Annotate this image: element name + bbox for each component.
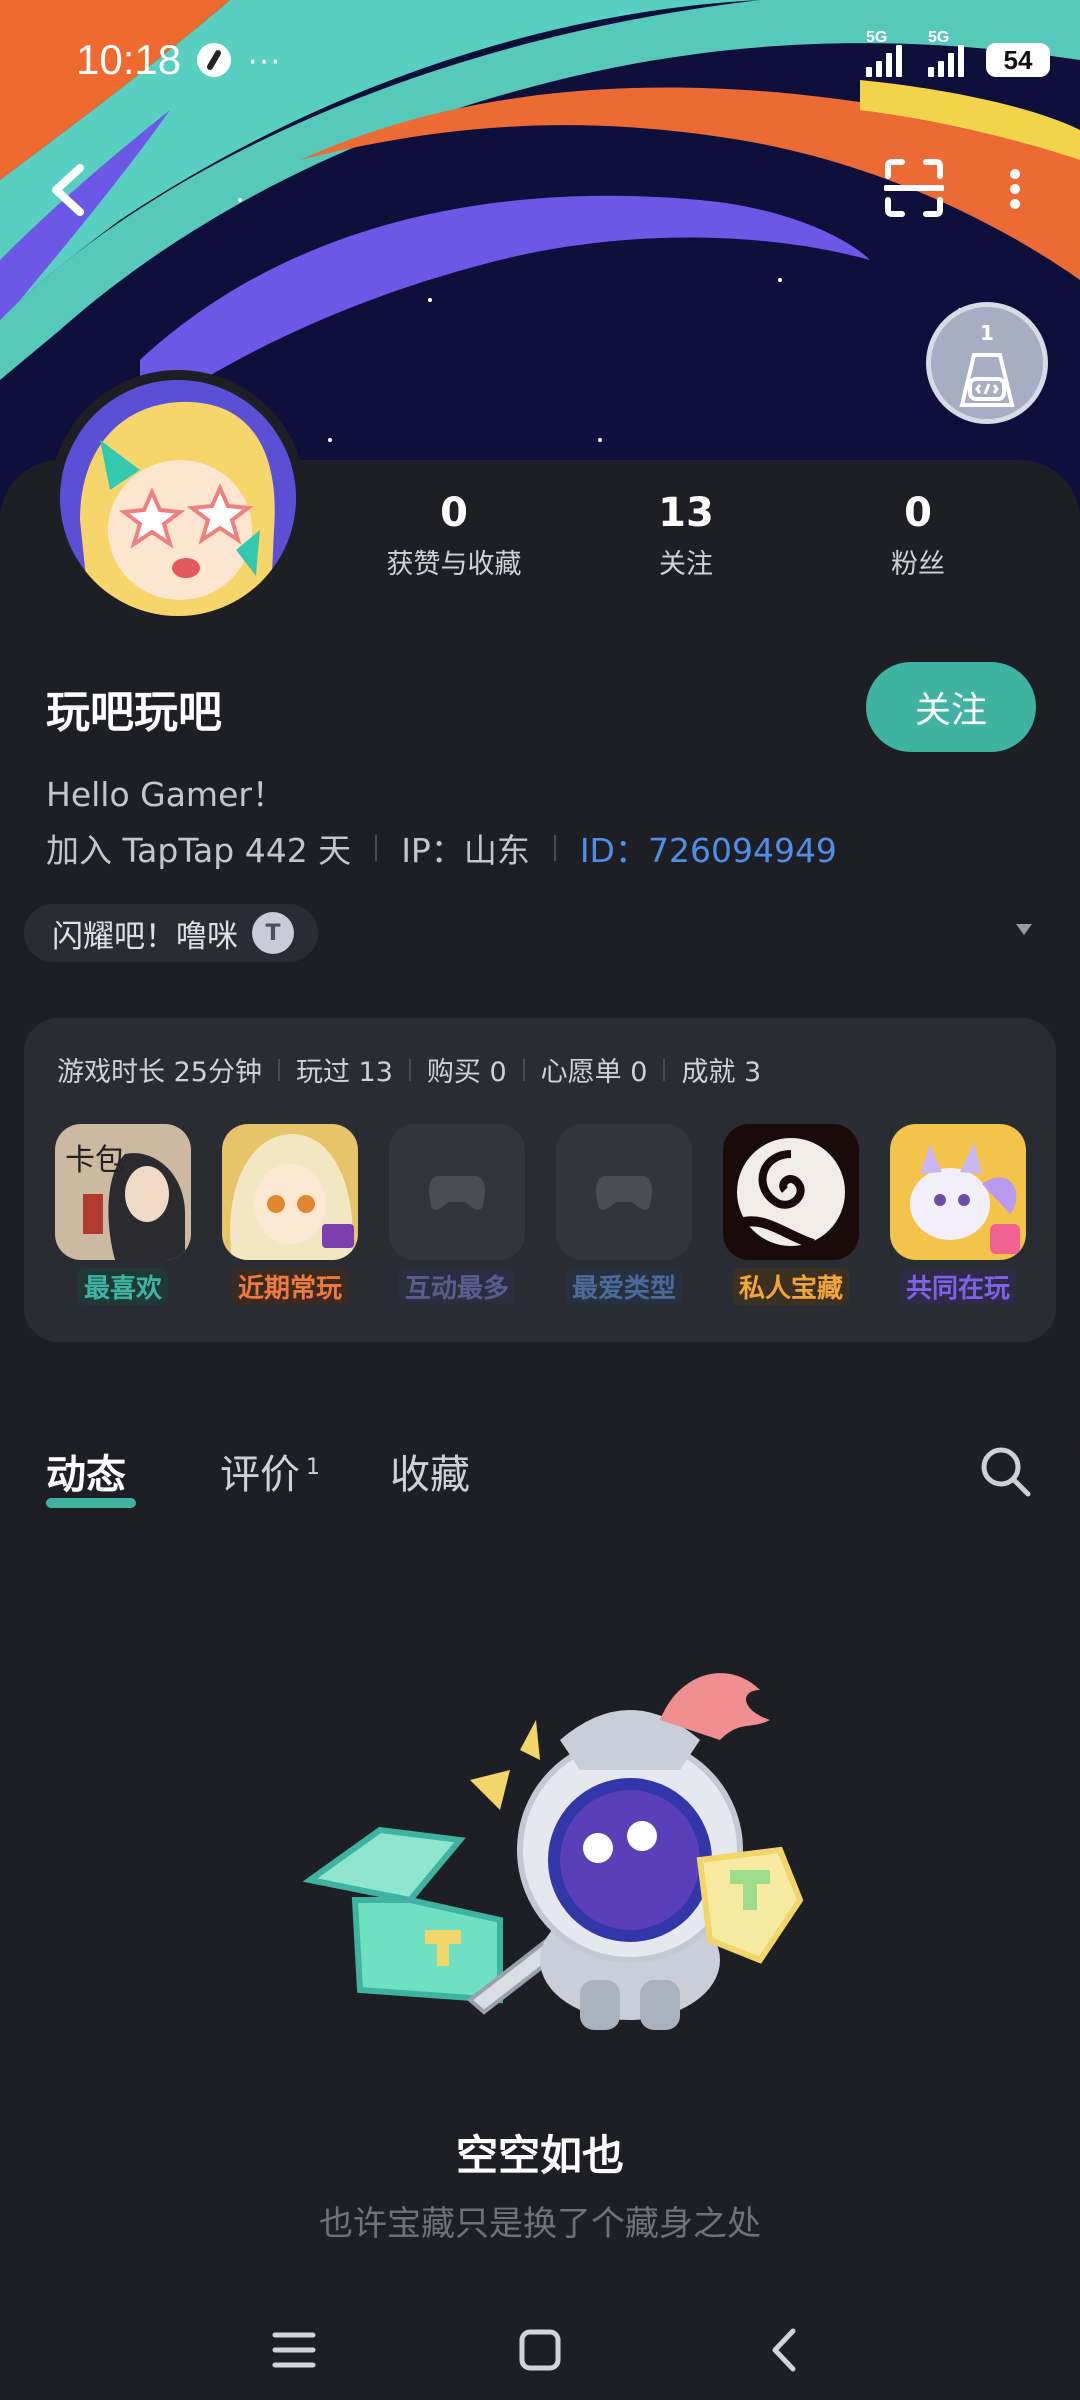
purchased-stat: 购买 0 xyxy=(426,1057,507,1088)
clock: 10:18 xyxy=(76,36,182,83)
expand-dropdown-icon[interactable] xyxy=(1016,924,1032,935)
divider xyxy=(522,1058,525,1081)
tab-label: 动态 xyxy=(46,1452,126,1498)
home-icon[interactable] xyxy=(517,2327,563,2373)
battery-indicator: 54 xyxy=(986,43,1050,77)
game-favorite[interactable]: 卡包 最喜欢 xyxy=(55,1124,191,1305)
badge-level: 1 xyxy=(980,321,994,345)
wishlist-stat: 心愿单 0 xyxy=(540,1057,648,1088)
scan-button[interactable] xyxy=(883,158,945,218)
system-navigation-bar xyxy=(0,2300,1080,2400)
playtime-stat: 游戏时长 25分钟 xyxy=(57,1057,262,1088)
game-cover-image: 卡包 xyxy=(55,1124,191,1260)
developer-level-badge[interactable]: 1 xyxy=(926,302,1048,424)
divider xyxy=(408,1058,411,1081)
title-text: 闪耀吧！噜咪 xyxy=(52,918,238,955)
bio-text: Hello Gamer！ xyxy=(46,775,285,814)
more-menu-button[interactable] xyxy=(1000,166,1030,212)
divider xyxy=(663,1058,666,1081)
stat-value: 13 xyxy=(658,490,714,536)
game-cover-image xyxy=(723,1124,859,1260)
back-button[interactable] xyxy=(44,160,94,220)
tab-label: 评价 xyxy=(220,1452,300,1498)
user-id[interactable]: ID：726094949 xyxy=(580,824,837,872)
game-most-interaction[interactable]: 互动最多 xyxy=(389,1124,525,1305)
game-cover-image xyxy=(890,1124,1026,1260)
title-pill[interactable]: 闪耀吧！噜咪 T xyxy=(24,904,318,962)
clock-app-icon xyxy=(197,43,232,77)
tab-label: 收藏 xyxy=(390,1452,470,1498)
game-tag-label: 近期常玩 xyxy=(231,1268,348,1305)
chevron-left-icon xyxy=(52,164,84,216)
tab-reviews[interactable]: 评价 1 xyxy=(220,1442,320,1500)
game-recent[interactable]: 近期常玩 xyxy=(222,1124,358,1305)
divider xyxy=(553,835,556,861)
game-tag-label: 最爱类型 xyxy=(565,1268,682,1305)
stat-label: 获赞与收藏 xyxy=(386,549,522,580)
stat-label: 粉丝 xyxy=(891,549,945,580)
gamepad-code-icon xyxy=(959,353,1015,407)
game-tag-label: 互动最多 xyxy=(398,1268,515,1305)
game-placeholder xyxy=(556,1124,692,1260)
recent-apps-icon[interactable] xyxy=(271,2327,317,2373)
follow-button[interactable]: 关注 xyxy=(866,662,1036,752)
search-icon xyxy=(981,1447,1031,1497)
empty-state-subtitle: 也许宝藏只是换了个藏身之处 xyxy=(319,2204,761,2244)
empty-state-title: 空空如也 xyxy=(455,2131,624,2180)
more-notifications-icon: ··· xyxy=(247,40,282,79)
tab-count: 1 xyxy=(306,1454,320,1480)
stat-following[interactable]: 13 关注 xyxy=(586,490,786,581)
game-tag-label: 最喜欢 xyxy=(77,1268,168,1305)
game-summary-panel[interactable]: 游戏时长 25分钟 玩过 13 购买 0 心愿单 0 成就 3 卡包 最喜欢 近… xyxy=(24,1018,1056,1342)
avatar[interactable] xyxy=(50,370,306,626)
ip-location: IP：山东 xyxy=(401,831,530,870)
achievement-stat: 成就 3 xyxy=(681,1057,762,1088)
game-private-treasure[interactable]: 私人宝藏 xyxy=(723,1124,859,1305)
game-cover-image xyxy=(222,1124,358,1260)
stat-followers[interactable]: 0 粉丝 xyxy=(818,490,1018,581)
tab-favorites[interactable]: 收藏 xyxy=(390,1442,470,1500)
scan-icon xyxy=(883,159,945,217)
search-button[interactable] xyxy=(978,1444,1034,1500)
profile-meta: 加入 TapTap 442 天 IP：山东 ID：726094949 xyxy=(46,824,837,872)
stat-label: 关注 xyxy=(659,549,713,580)
svg-text:卡包: 卡包 xyxy=(65,1143,125,1178)
tab-activity[interactable]: 动态 xyxy=(46,1442,126,1500)
active-tab-indicator xyxy=(46,1498,136,1508)
empty-state-illustration xyxy=(302,1673,804,2030)
title-badge-icon: T xyxy=(252,912,294,954)
stat-likes-favorites[interactable]: 0 获赞与收藏 xyxy=(354,490,554,581)
game-placeholder xyxy=(389,1124,525,1260)
divider xyxy=(277,1058,280,1081)
game-stats-row: 游戏时长 25分钟 玩过 13 购买 0 心愿单 0 成就 3 xyxy=(57,1050,761,1089)
divider xyxy=(375,835,378,861)
signal-icon: 5G xyxy=(928,29,964,77)
joined-days: 加入 TapTap 442 天 xyxy=(46,831,352,870)
played-stat: 玩过 13 xyxy=(295,1057,393,1088)
avatar-image xyxy=(60,380,296,616)
signal-icon: 5G xyxy=(866,29,902,77)
game-favorite-genre[interactable]: 最爱类型 xyxy=(556,1124,692,1305)
gamepad-icon xyxy=(429,1176,485,1210)
gamepad-icon xyxy=(596,1176,652,1210)
status-bar: 10:18 ··· 5G 5G 54 xyxy=(76,29,1050,90)
back-icon[interactable] xyxy=(763,2327,809,2373)
more-vertical-icon xyxy=(1010,169,1020,209)
game-tag-label: 私人宝藏 xyxy=(732,1268,849,1305)
stat-value: 0 xyxy=(904,490,932,536)
game-playing-together[interactable]: 共同在玩 xyxy=(890,1124,1026,1305)
game-tag-label: 共同在玩 xyxy=(899,1268,1016,1305)
stat-value: 0 xyxy=(440,490,468,536)
username: 玩吧玩吧 xyxy=(46,687,222,738)
